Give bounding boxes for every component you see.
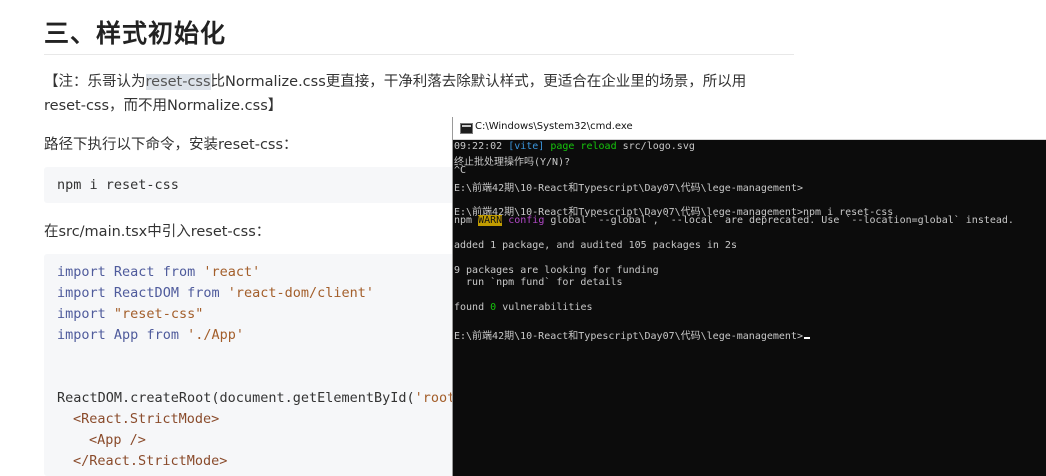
note-text-line2: reset-css，而不用Normalize.css】 (44, 98, 283, 114)
install-command: npm i reset-css (57, 177, 179, 193)
import-instruction: 在src/main.tsx中引入reset-css： (44, 224, 271, 240)
code-line-3: import "reset-css" (57, 306, 204, 322)
cmd-title-bar[interactable]: C:\Windows\System32\cmd.exe (453, 117, 1046, 140)
code-line-8: </React.StrictMode> (73, 453, 228, 469)
terminal-line-2: 终止批处理操作吗(Y/N)? (454, 157, 571, 168)
cmd-console-output[interactable]: 09:22:02 [vite] page reload src/logo.svg… (453, 139, 1046, 476)
terminal-line-6: npm WARN config global `--global`, `--lo… (454, 215, 1014, 226)
cmd-console-icon (460, 123, 473, 134)
terminal-line-9: run `npm fund` for details (454, 277, 623, 288)
heading-divider (44, 54, 794, 55)
terminal-prompt[interactable]: E:\前端42期\10-React和Typescript\Day07\代码\le… (454, 327, 810, 342)
terminal-line-4: E:\前端42期\10-React和Typescript\Day07\代码\le… (454, 183, 803, 194)
code-line-2: import ReactDOM from 'react-dom/client' (57, 285, 375, 301)
cmd-window-title: C:\Windows\System32\cmd.exe (475, 121, 633, 132)
install-instruction: 路径下执行以下命令，安装reset-css： (44, 137, 298, 153)
section-heading: 三、样式初始化 (44, 19, 227, 48)
cmd-window[interactable]: C:\Windows\System32\cmd.exe 09:22:02 [vi… (452, 117, 1046, 476)
code-line-1: import React from 'react' (57, 264, 261, 280)
terminal-line-7: added 1 package, and audited 105 package… (454, 240, 737, 251)
code-line-6: <React.StrictMode> (73, 411, 220, 427)
text-cursor (803, 337, 810, 339)
terminal-line-3: ^C (454, 165, 467, 176)
note-text-end: 比Normalize.css更直接，干净利落去除默认样式，更适合在企业里的场景，… (210, 74, 747, 90)
highlighted-text: reset-css (145, 74, 211, 90)
terminal-line-1: 09:22:02 [vite] page reload src/logo.svg (454, 141, 695, 152)
code-line-7: <App /> (89, 432, 146, 448)
code-line-5: ReactDOM.createRoot(document.getElementB… (57, 390, 456, 406)
note-paragraph: 【注：乐哥认为reset-css比Normalize.css更直接，干净利落去除… (44, 70, 804, 118)
terminal-line-10: found 0 vulnerabilities (454, 302, 593, 313)
note-text-start: 【注：乐哥认为 (44, 74, 146, 90)
code-line-4: import App from './App' (57, 327, 245, 343)
terminal-line-8: 9 packages are looking for funding (454, 265, 659, 276)
